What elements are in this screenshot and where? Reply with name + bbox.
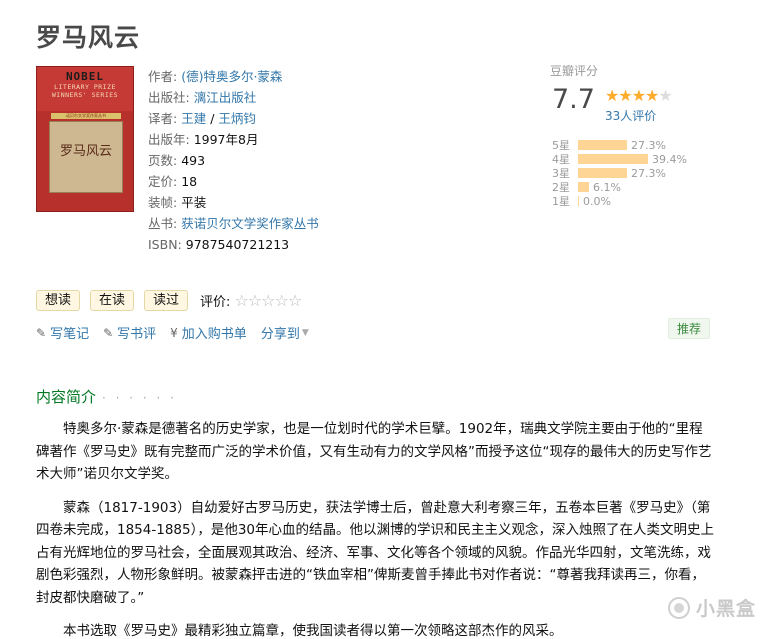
- cover-nobel-text: NOBEL: [65, 70, 105, 83]
- add-to-cart-link[interactable]: ¥ 加入购书单: [170, 323, 247, 343]
- rate-label: 评价:: [200, 295, 231, 310]
- binding-value: 平装: [181, 195, 207, 210]
- info-label: 译者:: [148, 111, 178, 126]
- rating-percent: 6.1%: [593, 180, 621, 194]
- pages-value: 493: [181, 153, 206, 168]
- write-note-label: 写笔记: [50, 327, 90, 342]
- pubdate-value: 1997年8月: [193, 132, 259, 147]
- info-label: 出版社:: [148, 90, 190, 105]
- info-row-publisher: 出版社: 漓江出版社: [148, 87, 319, 108]
- info-label: ISBN:: [148, 237, 182, 252]
- author-link[interactable]: (德)特奥多尔·蒙森: [181, 69, 282, 84]
- rating-row: 3星 27.3%: [552, 166, 687, 181]
- rating-row: 2星 6.1%: [552, 180, 687, 195]
- info-label: 定价:: [148, 174, 178, 189]
- intro-paragraph: 蒙森（1817-1903）自幼爱好古罗马历史，获法学博士后，曾赴意大利考察三年，…: [36, 499, 715, 606]
- translator-link-1[interactable]: 王建: [181, 111, 206, 126]
- intro-paragraph: 本书选取《罗马史》最精彩独立篇章，使我国读者得以第一次领略这部杰作的风采。: [63, 623, 563, 639]
- rating-bar: [578, 196, 579, 206]
- cover-panel-title: 罗马风云: [59, 144, 112, 159]
- info-row-author: 作者: (德)特奥多尔·蒙森: [148, 66, 319, 87]
- read-button[interactable]: 读过: [144, 290, 189, 311]
- watermark-logo-icon: [668, 596, 690, 619]
- translator-separator: /: [206, 111, 219, 126]
- cover-panel: 罗马风云: [49, 121, 123, 193]
- info-row-price: 定价: 18: [148, 171, 319, 192]
- intro-paragraph: 特奥多尔·蒙森是德著名的历史学家，也是一位划时代的学术巨擘。1902年，瑞典文学…: [36, 421, 712, 482]
- rating-bar: [578, 182, 589, 192]
- info-row-translator: 译者: 王建 / 王炳钧: [148, 108, 319, 129]
- rating-percent: 27.3%: [631, 138, 666, 152]
- rating-panel: 豆瓣评分 7.7 ★★★★★ 33人评价 5星 27.3% 4星 39.4% 3星 27.…: [550, 62, 720, 208]
- write-note-link[interactable]: ✎ 写笔记: [36, 323, 90, 343]
- share-label: 分享到: [260, 327, 300, 342]
- write-review-link[interactable]: ✎ 写书评: [103, 323, 157, 343]
- cover-ribbon-text: 诺贝尔文学奖作家丛书: [66, 113, 106, 118]
- isbn-value: 9787540721213: [185, 237, 290, 252]
- info-row-isbn: ISBN: 9787540721213: [148, 234, 319, 255]
- reading-button[interactable]: 在读: [90, 290, 135, 311]
- rating-distribution: 5星 27.3% 4星 39.4% 3星 27.3% 2星 6.1% 1星 0.0%: [552, 138, 687, 209]
- action-bar: 想读 在读 读过 评价: ☆☆☆☆☆: [36, 290, 302, 311]
- pencil-icon: ✎: [36, 325, 47, 340]
- info-label: 装帧:: [148, 195, 178, 210]
- rating-bar: [578, 168, 627, 178]
- rating-row: 5星 27.3%: [552, 138, 687, 153]
- secondary-links: ✎ 写笔记 ✎ 写书评 ¥ 加入购书单 分享到 ▼: [36, 323, 323, 343]
- watermark: 小黑盒: [668, 594, 756, 621]
- rating-stars: ★★★★★: [605, 86, 673, 105]
- rating-row: 4星 39.4%: [552, 152, 687, 167]
- cover-ribbon: 诺贝尔文学奖作家丛书: [51, 113, 121, 119]
- write-review-label: 写书评: [117, 327, 157, 342]
- translator-link-2[interactable]: 王炳钧: [218, 111, 256, 126]
- add-to-cart-label: 加入购书单: [181, 327, 247, 342]
- rating-row: 1星 0.0%: [552, 194, 687, 209]
- rating-count-link[interactable]: 33人评价: [605, 107, 656, 124]
- series-link[interactable]: 获诺贝尔文学奖作家丛书: [181, 216, 319, 231]
- watermark-text: 小黑盒: [696, 598, 757, 620]
- heading-dots: · · · · · ·: [102, 391, 177, 405]
- info-label: 页数:: [148, 153, 178, 168]
- star-empty-icon: ★: [658, 86, 672, 105]
- content-intro-body: 特奥多尔·蒙森是德著名的历史学家，也是一位划时代的学术巨擘。1902年，瑞典文学…: [36, 418, 716, 639]
- publisher-link[interactable]: 漓江出版社: [194, 90, 257, 105]
- chevron-down-icon: ▼: [301, 327, 309, 338]
- info-label: 丛书:: [148, 216, 178, 231]
- rating-header: 豆瓣评分: [550, 64, 599, 78]
- page-title: 罗马风云: [36, 23, 141, 52]
- rating-percent: 27.3%: [631, 166, 666, 180]
- book-info: 作者: (德)特奥多尔·蒙森 出版社: 漓江出版社 译者: 王建 / 王炳钧 出…: [148, 66, 319, 255]
- info-row-series: 丛书: 获诺贝尔文学奖作家丛书: [148, 213, 319, 234]
- want-to-read-button[interactable]: 想读: [36, 290, 81, 311]
- info-row-pubdate: 出版年: 1997年8月: [148, 129, 319, 150]
- share-dropdown[interactable]: 分享到 ▼: [261, 323, 309, 342]
- rating-bar: [578, 154, 648, 164]
- book-cover[interactable]: NOBEL LITERARY PRIZE WINNERS' SERIES 诺贝尔…: [36, 66, 134, 212]
- content-intro-title: 内容简介: [36, 388, 97, 406]
- info-label: 作者:: [148, 69, 178, 84]
- rating-percent: 0.0%: [583, 194, 611, 208]
- recommend-button[interactable]: 推荐: [668, 318, 711, 339]
- cover-series-text: LITERARY PRIZE WINNERS' SERIES: [37, 83, 133, 99]
- yen-icon: ¥: [170, 325, 178, 340]
- rating-percent: 39.4%: [652, 152, 687, 166]
- rating-score: 7.7: [552, 84, 595, 115]
- pencil-icon: ✎: [103, 325, 114, 340]
- content-intro-heading: 内容简介 · · · · · ·: [36, 386, 177, 407]
- rating-bar: [578, 140, 627, 150]
- info-label: 出版年:: [148, 132, 190, 147]
- price-value: 18: [181, 174, 198, 189]
- cover-series-line2: WINNERS' SERIES: [51, 91, 119, 99]
- info-row-pages: 页数: 493: [148, 150, 319, 171]
- rate-stars-input[interactable]: ☆☆☆☆☆: [234, 291, 302, 310]
- cover-series-line1: LITERARY PRIZE: [54, 83, 116, 91]
- rating-row-label: 1星: [552, 195, 570, 208]
- info-row-binding: 装帧: 平装: [148, 192, 319, 213]
- star-filled-icon: ★★★★: [605, 86, 659, 105]
